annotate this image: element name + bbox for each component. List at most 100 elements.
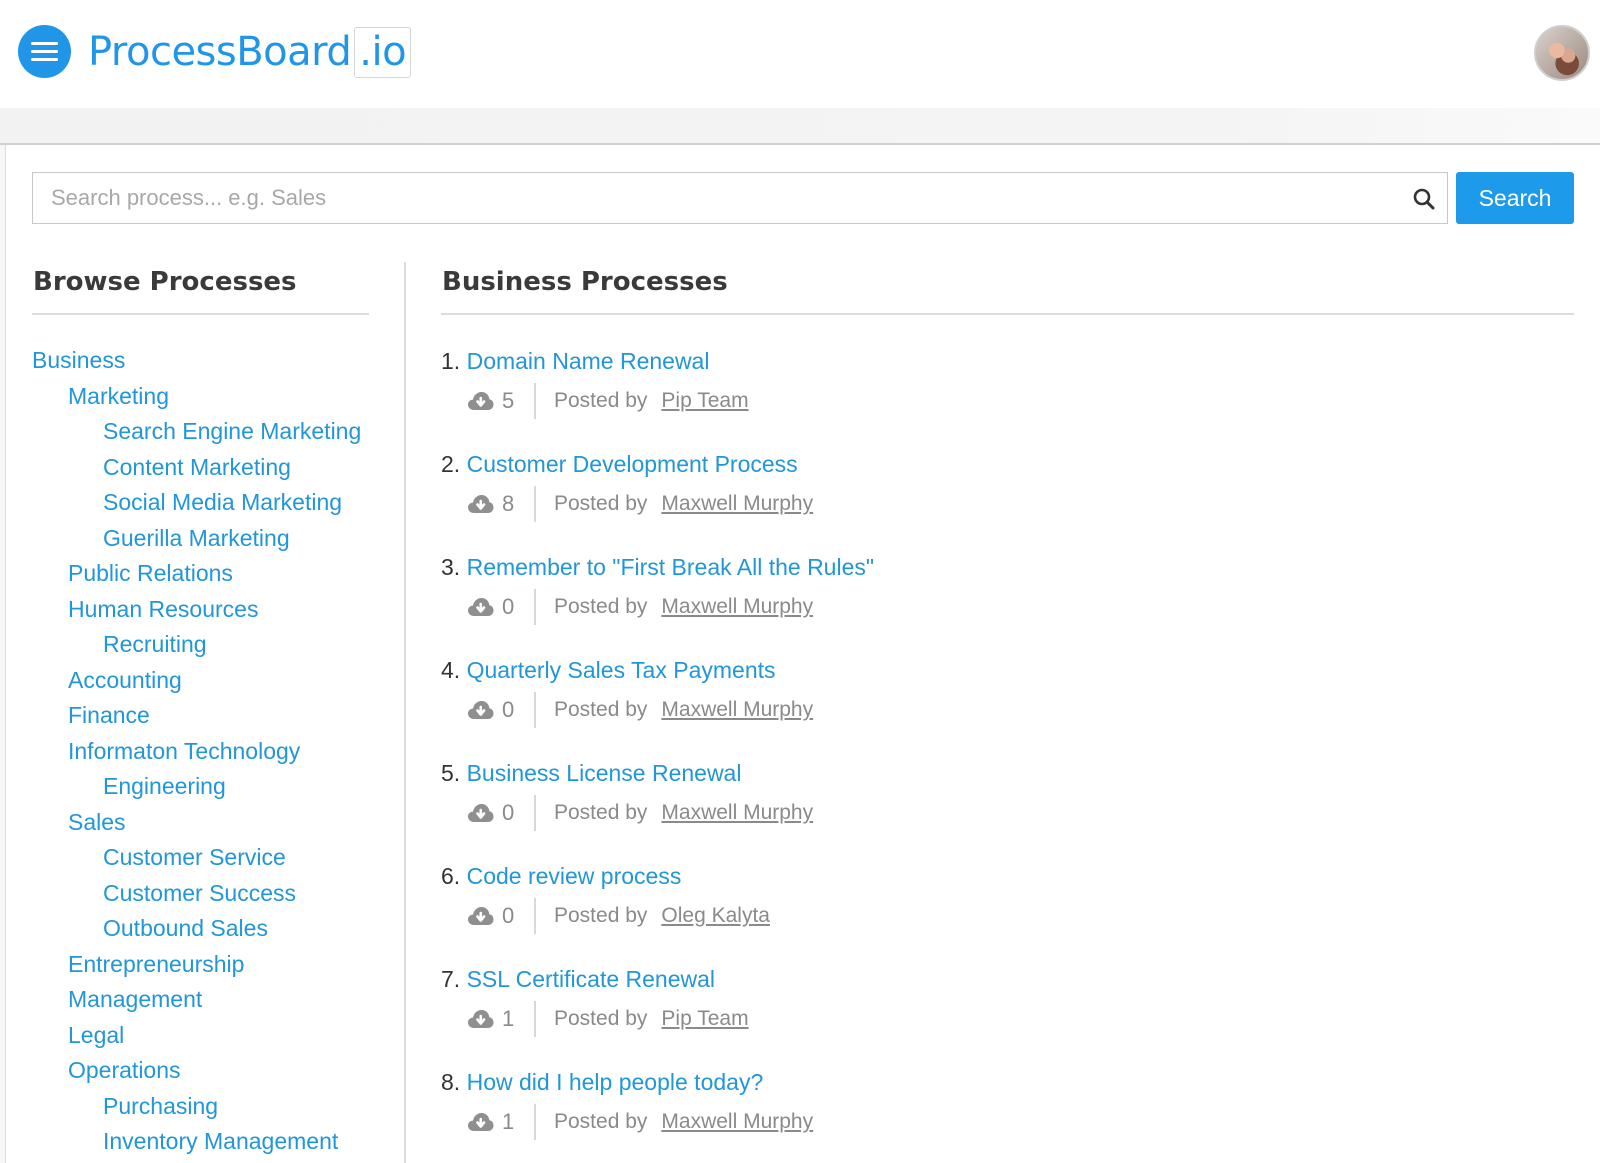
- search-icon[interactable]: [1411, 186, 1437, 212]
- category-link[interactable]: Engineering: [32, 769, 361, 805]
- menu-line: [31, 50, 58, 53]
- processes-title: Business Processes: [442, 267, 728, 297]
- process-title-row: 8. How did I help people today?: [441, 1064, 763, 1100]
- download-count: 8: [502, 491, 515, 516]
- process-title-link[interactable]: Customer Development Process: [467, 451, 798, 477]
- meta-separator: [534, 589, 536, 625]
- category-link[interactable]: Public Relations: [32, 556, 361, 592]
- category-link[interactable]: Content Marketing: [32, 450, 361, 486]
- cloud-download-icon: [467, 802, 494, 824]
- meta-separator: [534, 486, 536, 522]
- process-item: 7. SSL Certificate Renewal 1 Posted by Pip …: [441, 961, 1571, 1064]
- process-number: 8.: [441, 1069, 461, 1095]
- author-link[interactable]: Pip Team: [661, 1007, 748, 1031]
- author-link[interactable]: Oleg Kalyta: [661, 904, 770, 928]
- category-link[interactable]: Informaton Technology: [32, 734, 361, 770]
- cloud-download-icon: [467, 699, 494, 721]
- process-item: 1. Domain Name Renewal 5 Posted by Pip Team: [441, 343, 1571, 446]
- process-title-row: 1. Domain Name Renewal: [441, 343, 709, 379]
- logo-main: ProcessBoard: [88, 29, 352, 75]
- hamburger-icon[interactable]: [18, 25, 71, 78]
- category-link[interactable]: Human Resources: [32, 592, 361, 628]
- posted-by-label: Posted by: [554, 904, 648, 927]
- process-title-link[interactable]: SSL Certificate Renewal: [467, 966, 715, 992]
- category-link[interactable]: Guerilla Marketing: [32, 521, 361, 557]
- category-link[interactable]: Business: [32, 343, 361, 379]
- process-title-link[interactable]: Code review process: [467, 863, 682, 889]
- meta-separator: [534, 1001, 536, 1037]
- process-item: 6. Code review process 0 Posted by Oleg Kal…: [441, 858, 1571, 961]
- process-item: 4. Quarterly Sales Tax Payments 0 Posted b…: [441, 652, 1571, 755]
- meta-separator: [534, 898, 536, 934]
- search-input[interactable]: [33, 173, 1403, 223]
- process-title-link[interactable]: How did I help people today?: [467, 1069, 764, 1095]
- app-logo[interactable]: ProcessBoard .io: [88, 26, 412, 78]
- category-link[interactable]: Legal: [32, 1018, 361, 1054]
- cloud-download-icon: [467, 1111, 494, 1133]
- process-title-row: 7. SSL Certificate Renewal: [441, 961, 715, 997]
- author-link[interactable]: Pip Team: [661, 389, 748, 413]
- author-link[interactable]: Maxwell Murphy: [661, 595, 813, 619]
- process-number: 6.: [441, 863, 461, 889]
- author-link[interactable]: Maxwell Murphy: [661, 801, 813, 825]
- process-title-link[interactable]: Business License Renewal: [467, 760, 742, 786]
- process-item: 8. How did I help people today? 1 Posted b…: [441, 1064, 1571, 1163]
- meta-separator: [534, 1104, 536, 1140]
- process-title-row: 5. Business License Renewal: [441, 755, 741, 791]
- author-link[interactable]: Maxwell Murphy: [661, 1110, 813, 1134]
- process-title-row: 6. Code review process: [441, 858, 681, 894]
- category-link[interactable]: Search Engine Marketing: [32, 414, 361, 450]
- process-title-row: 4. Quarterly Sales Tax Payments: [441, 652, 776, 688]
- author-link[interactable]: Maxwell Murphy: [661, 698, 813, 722]
- category-link[interactable]: Sales: [32, 805, 361, 841]
- process-list: 1. Domain Name Renewal 5 Posted by Pip Team…: [441, 343, 1571, 1163]
- process-number: 7.: [441, 966, 461, 992]
- menu-line: [31, 42, 58, 45]
- user-avatar[interactable]: [1534, 25, 1590, 81]
- category-link[interactable]: Social Media Marketing: [32, 485, 361, 521]
- category-link[interactable]: Accounting: [32, 663, 361, 699]
- process-title-link[interactable]: Remember to "First Break All the Rules": [467, 554, 874, 580]
- logo-tld: .io: [354, 26, 412, 78]
- browse-title-rule: [32, 313, 369, 315]
- process-meta: 0 Posted by Maxwell Murphy: [467, 589, 813, 625]
- process-number: 2.: [441, 451, 461, 477]
- meta-separator: [534, 692, 536, 728]
- posted-by-label: Posted by: [554, 492, 648, 515]
- posted-by-label: Posted by: [554, 595, 648, 618]
- posted-by-label: Posted by: [554, 1007, 648, 1030]
- category-link[interactable]: Customer Success: [32, 876, 361, 912]
- process-title-link[interactable]: Domain Name Renewal: [467, 348, 710, 374]
- process-number: 5.: [441, 760, 461, 786]
- process-title-link[interactable]: Quarterly Sales Tax Payments: [467, 657, 776, 683]
- cloud-download-icon: [467, 1008, 494, 1030]
- category-link[interactable]: Operations: [32, 1053, 361, 1089]
- category-link[interactable]: Recruiting: [32, 627, 361, 663]
- category-link[interactable]: Purchasing: [32, 1089, 361, 1125]
- category-link[interactable]: Outbound Sales: [32, 911, 361, 947]
- posted-by-label: Posted by: [554, 1110, 648, 1133]
- column-divider: [404, 262, 406, 1163]
- category-link[interactable]: Entrepreneurship: [32, 947, 361, 983]
- category-tree: Business Marketing Search Engine Marketing…: [32, 343, 361, 1160]
- meta-separator: [534, 795, 536, 831]
- search-button[interactable]: Search: [1456, 172, 1574, 224]
- process-number: 3.: [441, 554, 461, 580]
- cloud-download-icon: [467, 493, 494, 515]
- category-link[interactable]: Management: [32, 982, 361, 1018]
- processes-title-rule: [441, 313, 1574, 315]
- category-link[interactable]: Marketing: [32, 379, 361, 415]
- category-link[interactable]: Inventory Management: [32, 1124, 361, 1160]
- download-count: 1: [502, 1109, 515, 1134]
- meta-separator: [534, 383, 536, 419]
- download-count: 0: [502, 800, 515, 825]
- download-count: 0: [502, 697, 515, 722]
- posted-by-label: Posted by: [554, 698, 648, 721]
- category-link[interactable]: Finance: [32, 698, 361, 734]
- process-meta: 0 Posted by Maxwell Murphy: [467, 795, 813, 831]
- left-edge-border: [0, 145, 6, 1163]
- cloud-download-icon: [467, 905, 494, 927]
- process-meta: 5 Posted by Pip Team: [467, 383, 749, 419]
- author-link[interactable]: Maxwell Murphy: [661, 492, 813, 516]
- category-link[interactable]: Customer Service: [32, 840, 361, 876]
